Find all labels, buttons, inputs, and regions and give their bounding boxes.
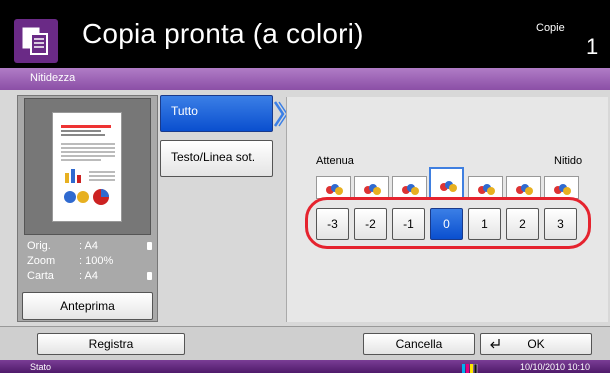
info-zoom-key: Zoom	[27, 255, 56, 267]
copies-count: 1	[586, 34, 599, 59]
toner-level-icon	[462, 361, 478, 373]
original-status-icon	[147, 242, 152, 250]
level-2-button[interactable]: 2	[506, 208, 539, 240]
cancel-button[interactable]: Cancella	[363, 333, 475, 355]
document-thumbnail-image	[52, 112, 122, 222]
sharpness-sample-icon	[506, 176, 541, 199]
level-1-button[interactable]: 1	[468, 208, 501, 240]
sharpness-sample-icon-selected	[429, 167, 464, 199]
date-time: 10/10/2010 10:10	[520, 362, 591, 372]
function-header	[0, 68, 610, 90]
info-original-value: : A4	[79, 240, 98, 252]
level-0-button[interactable]: 0	[430, 208, 463, 240]
sharpen-label: Nitido	[554, 155, 583, 167]
info-paper-value: : A4	[79, 270, 98, 282]
level-3-button[interactable]: 3	[544, 208, 577, 240]
info-zoom-value: : 100%	[79, 255, 114, 267]
sharpness-sample-icon	[544, 176, 579, 199]
info-paper-key: Carta	[27, 270, 54, 282]
paper-status-icon	[147, 272, 152, 280]
ok-button[interactable]: OK	[480, 333, 592, 355]
enter-icon	[489, 338, 501, 350]
sharpness-sample-icon	[468, 176, 503, 199]
page-title: Copia pronta (a colori)	[82, 18, 364, 49]
register-button[interactable]: Registra	[37, 333, 185, 355]
ok-label: OK	[527, 337, 545, 351]
preview-button[interactable]: Anteprima	[22, 292, 153, 320]
sharpness-sample-icon	[392, 176, 427, 199]
copy-icon	[14, 19, 58, 63]
level-minus-3-button[interactable]: -3	[316, 208, 349, 240]
level-minus-2-button[interactable]: -2	[354, 208, 387, 240]
function-title: Nitidezza	[30, 72, 76, 84]
info-original-key: Orig.	[27, 240, 51, 252]
mode-text-line-button[interactable]: Testo/Linea sot.	[160, 140, 273, 177]
level-minus-1-button[interactable]: -1	[392, 208, 425, 240]
sharpness-sample-icon	[316, 176, 351, 199]
chevron-right-icon	[273, 100, 288, 128]
status-bar	[0, 360, 610, 373]
sharpness-sample-icon	[354, 176, 389, 199]
copies-label: Copie	[536, 22, 565, 34]
mode-all-button[interactable]: Tutto	[160, 95, 273, 132]
status-button[interactable]: Stato	[30, 362, 51, 372]
soften-label: Attenua	[316, 155, 354, 167]
